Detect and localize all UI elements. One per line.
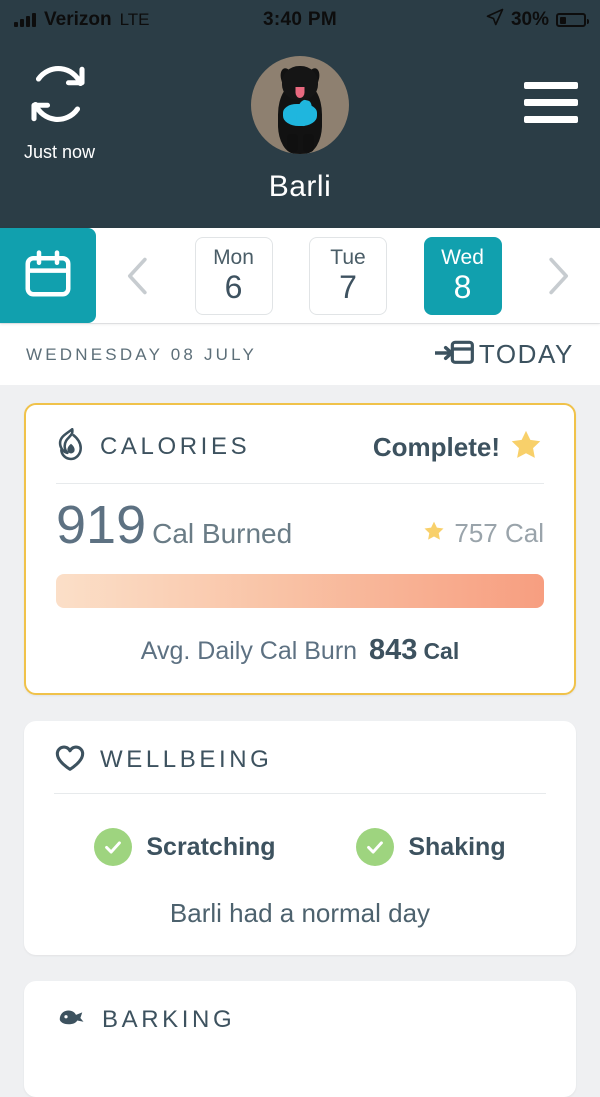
- sync-status-label: Just now: [24, 142, 96, 162]
- wellbeing-summary-text: Barli had a normal day: [169, 898, 431, 928]
- barking-title-group: BARKING: [54, 1003, 546, 1037]
- sync-refresh-icon: [22, 58, 94, 130]
- calendar-picker-button[interactable]: [0, 228, 96, 323]
- heart-icon: [54, 743, 86, 777]
- wellbeing-title: WELLBEING: [100, 746, 273, 773]
- star-icon: [422, 519, 446, 547]
- barking-title: BARKING: [102, 1006, 236, 1033]
- selected-date-bar: WEDNESDAY 08 JULY TODAY: [0, 323, 600, 385]
- dashboard-scroll-area[interactable]: CALORIES Complete! 919 Cal Burned 757 Ca…: [0, 393, 600, 1097]
- average-burn-label: Avg. Daily Cal Burn: [140, 637, 358, 665]
- day-chip-dow: Mon: [213, 245, 254, 269]
- day-chip-tue[interactable]: Tue 7: [309, 236, 387, 315]
- check-circle-icon: [356, 828, 395, 866]
- app-header: Just now Barli: [0, 40, 600, 228]
- battery-icon: [556, 13, 590, 27]
- average-burn-row: Avg. Daily Cal Burn 843 Cal: [56, 634, 544, 667]
- calories-divider: [56, 483, 544, 484]
- wellbeing-check-shaking: Shaking: [356, 828, 506, 866]
- today-button-label: TODAY: [478, 339, 574, 369]
- wellbeing-card[interactable]: WELLBEING Scratching Shaking Barli had a…: [24, 721, 576, 955]
- day-chip-wed-selected[interactable]: Wed 8: [423, 236, 502, 315]
- wellbeing-title-group: WELLBEING: [54, 743, 272, 777]
- barking-card[interactable]: BARKING: [24, 981, 576, 1097]
- date-selector-strip: Mon 6 Tue 7 Wed 8: [0, 228, 600, 323]
- chevron-left-icon: [121, 254, 155, 298]
- barking-dog-icon: [54, 1003, 88, 1037]
- location-arrow-icon: [486, 8, 504, 32]
- day-chip-row: Mon 6 Tue 7 Wed 8: [96, 228, 600, 323]
- calories-burned-value: 919: [56, 495, 147, 555]
- average-burn-unit: Cal: [423, 638, 460, 664]
- status-bar: Verizon LTE 3:40 PM 30%: [0, 0, 600, 40]
- selected-date-label: WEDNESDAY 08 JULY: [26, 344, 258, 364]
- wellbeing-check-label: Shaking: [408, 832, 506, 861]
- calories-burned-unit: Cal Burned: [152, 518, 293, 549]
- prev-day-button[interactable]: [118, 248, 158, 304]
- day-chip-dow: Tue: [330, 245, 366, 269]
- calories-title: CALORIES: [100, 433, 251, 460]
- dog-photo-avatar[interactable]: [251, 56, 349, 154]
- clock-label: 3:40 PM: [263, 9, 337, 30]
- carrier-label: Verizon: [44, 9, 112, 30]
- battery-percent-label: 30%: [510, 9, 550, 30]
- calories-card-header: CALORIES Complete!: [56, 427, 544, 467]
- day-chip-num: 6: [224, 268, 243, 305]
- wellbeing-check-label: Scratching: [146, 832, 276, 861]
- calories-goal-group: 757 Cal: [422, 518, 544, 549]
- status-bar-left: Verizon LTE: [14, 9, 263, 31]
- jump-to-today-calendar-icon: [433, 336, 475, 374]
- day-chip-mon[interactable]: Mon 6: [194, 236, 273, 315]
- wellbeing-card-header: WELLBEING: [54, 743, 546, 777]
- calories-card[interactable]: CALORIES Complete! 919 Cal Burned 757 Ca…: [24, 403, 576, 695]
- star-icon: [508, 427, 544, 467]
- today-button[interactable]: TODAY: [433, 336, 574, 374]
- next-day-button[interactable]: [538, 248, 578, 304]
- calories-burned-group: 919 Cal Burned: [56, 498, 292, 552]
- signal-bars-icon: [14, 13, 36, 27]
- calories-status-badge: Complete!: [373, 427, 544, 467]
- day-chip-num: 8: [453, 268, 472, 305]
- chevron-right-icon: [541, 254, 575, 298]
- calories-goal-label: 757 Cal: [454, 517, 544, 548]
- calories-value-row: 919 Cal Burned 757 Cal: [56, 498, 544, 552]
- wellbeing-check-scratching: Scratching: [94, 828, 276, 866]
- status-bar-right: 30%: [337, 8, 590, 32]
- calories-progress-bar: [56, 574, 544, 608]
- average-burn-value: 843: [369, 634, 418, 666]
- sync-button[interactable]: Just now: [22, 58, 142, 163]
- check-circle-icon: [94, 828, 133, 866]
- flame-icon: [56, 427, 86, 466]
- wellbeing-divider: [54, 793, 546, 794]
- network-type-label: LTE: [119, 10, 150, 29]
- day-chip-dow: Wed: [441, 245, 484, 269]
- pet-name-label: Barli: [268, 170, 332, 203]
- calendar-icon: [21, 247, 75, 305]
- hamburger-menu-icon[interactable]: [524, 58, 578, 123]
- day-chip-num: 7: [339, 268, 357, 305]
- calories-status-label: Complete!: [372, 431, 500, 462]
- wellbeing-checks: Scratching Shaking: [54, 828, 546, 866]
- calories-title-group: CALORIES: [56, 427, 251, 466]
